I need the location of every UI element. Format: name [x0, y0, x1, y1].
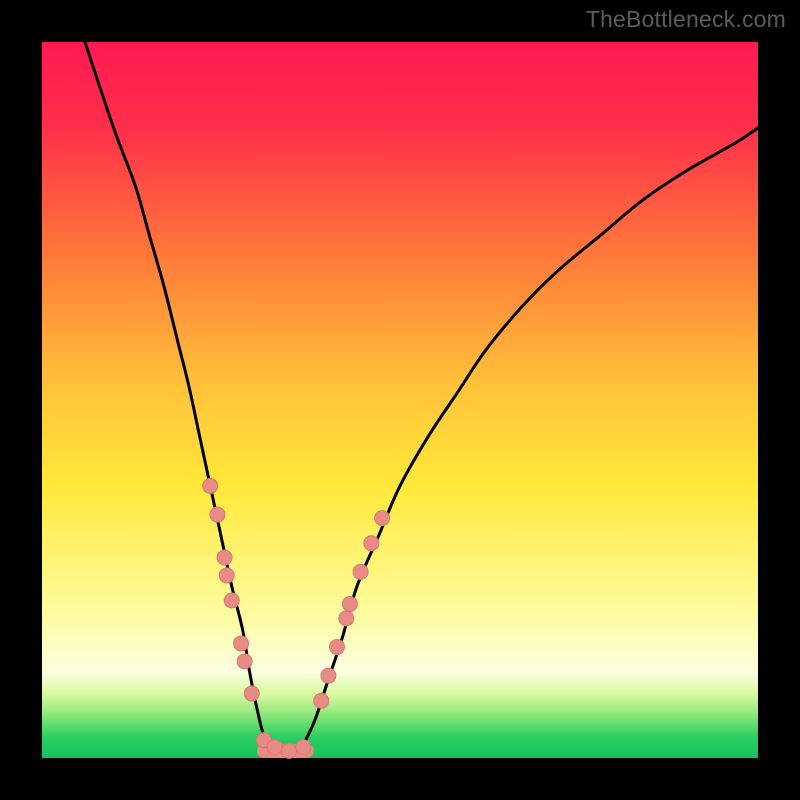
data-dot [296, 740, 311, 755]
data-dot [375, 511, 390, 526]
data-dot [217, 550, 232, 565]
watermark-label: TheBottleneck.com [586, 6, 786, 33]
data-dot [267, 740, 282, 755]
data-dot [364, 536, 379, 551]
data-dot [353, 564, 368, 579]
data-dot [224, 593, 239, 608]
data-dot [234, 636, 249, 651]
data-dot [314, 693, 329, 708]
chart-frame: TheBottleneck.com [0, 0, 800, 800]
data-dot [244, 686, 259, 701]
curve-right-curve [300, 128, 758, 751]
data-dot [321, 668, 336, 683]
data-dot [282, 743, 297, 758]
data-dot [342, 597, 357, 612]
data-dot [219, 568, 234, 583]
chart-svg [0, 0, 800, 800]
data-dot [203, 478, 218, 493]
data-dot [329, 640, 344, 655]
data-dot [210, 507, 225, 522]
data-dot [237, 654, 252, 669]
data-dot [339, 611, 354, 626]
